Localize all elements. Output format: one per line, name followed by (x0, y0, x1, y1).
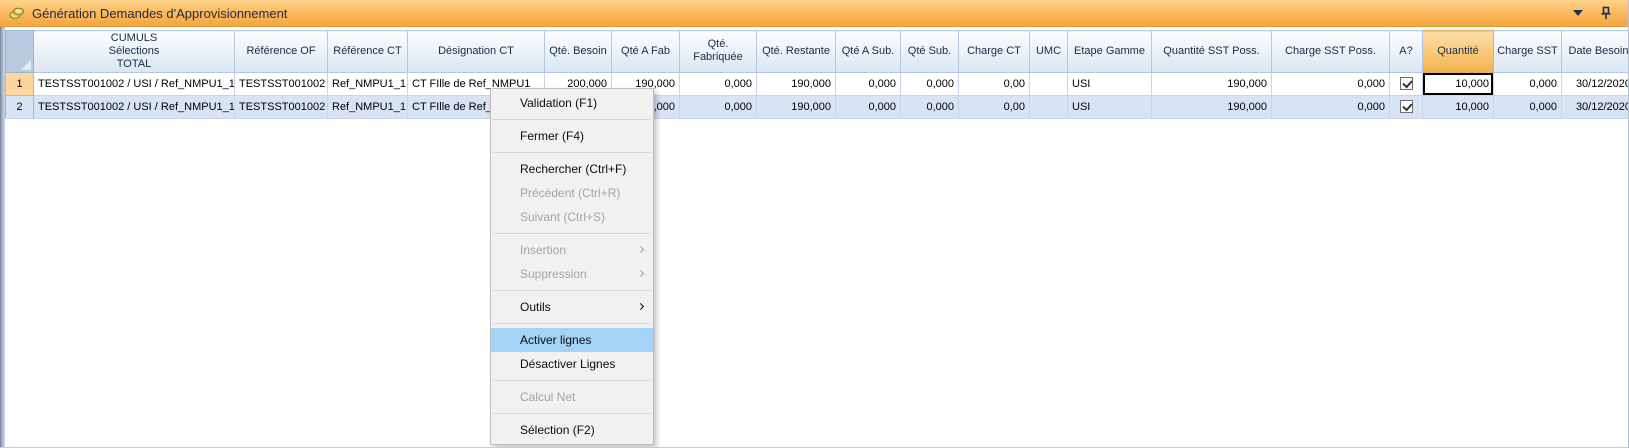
cell-quantite-sst-poss[interactable]: 190,000 (1152, 72, 1272, 95)
cell-qte-sub[interactable]: 0,000 (901, 95, 959, 118)
submenu-arrow-icon (637, 303, 644, 310)
select-all-corner[interactable] (6, 31, 34, 73)
cell-qte-restante[interactable]: 190,000 (757, 95, 836, 118)
cell-charge-ct[interactable]: 0,00 (959, 95, 1030, 118)
column-header-reference-of[interactable]: Référence OF (235, 31, 328, 73)
cell-umc[interactable] (1030, 72, 1068, 95)
column-header-cumuls[interactable]: CUMULS Sélections TOTAL (34, 31, 235, 73)
column-header-qte-restante[interactable]: Qté. Restante (757, 31, 836, 73)
menu-item-calcul-net: Calcul Net (491, 385, 653, 409)
cell-quantite-focused[interactable]: 10,000 (1423, 72, 1494, 95)
menu-item-desactiver-lignes[interactable]: Désactiver Lignes (491, 352, 653, 376)
cell-a-checkbox[interactable] (1390, 72, 1423, 95)
menu-item-activer-lignes[interactable]: Activer lignes (491, 328, 653, 352)
menu-item-fermer[interactable]: Fermer (F4) (491, 124, 653, 148)
menu-separator (493, 152, 651, 153)
column-header-quantite[interactable]: Quantité (1423, 31, 1494, 73)
cell-reference-ct[interactable]: Ref_NMPU1_1 (328, 95, 408, 118)
table-row: 1 TESTSST001002 / USI / Ref_NMPU1_1 TEST… (6, 72, 1629, 95)
column-header-qte-fabriquee[interactable]: Qté. Fabriquée (680, 31, 757, 73)
cell-charge-sst[interactable]: 0,000 (1494, 95, 1562, 118)
pin-icon[interactable] (1596, 3, 1616, 23)
cell-etape-gamme[interactable]: USI (1068, 72, 1152, 95)
cell-reference-of[interactable]: TESTSST001002 (235, 72, 328, 95)
cell-charge-sst-poss[interactable]: 0,000 (1272, 95, 1390, 118)
menu-item-insertion: Insertion (491, 238, 653, 262)
cell-reference-of[interactable]: TESTSST001002 (235, 95, 328, 118)
cell-reference-ct[interactable]: Ref_NMPU1_1 (328, 72, 408, 95)
cell-quantite-sst-poss[interactable]: 190,000 (1152, 95, 1272, 118)
cell-quantite[interactable]: 10,000 (1423, 95, 1494, 118)
row-header[interactable]: 1 (6, 72, 34, 95)
column-header-quantite-sst-poss[interactable]: Quantité SST Poss. (1152, 31, 1272, 73)
menu-item-rechercher[interactable]: Rechercher (Ctrl+F) (491, 157, 653, 181)
menu-item-suivant: Suivant (Ctrl+S) (491, 205, 653, 229)
app-icon (9, 5, 25, 21)
window-left-border (0, 0, 5, 447)
cell-a-checkbox[interactable] (1390, 95, 1423, 118)
cell-charge-sst-poss[interactable]: 0,000 (1272, 72, 1390, 95)
cell-qte-fabriquee[interactable]: 0,000 (680, 72, 757, 95)
column-header-charge-ct[interactable]: Charge CT (959, 31, 1030, 73)
cell-etape-gamme[interactable]: USI (1068, 95, 1152, 118)
column-header-qte-sub[interactable]: Qté Sub. (901, 31, 959, 73)
cell-cumuls[interactable]: TESTSST001002 / USI / Ref_NMPU1_1 (34, 95, 235, 118)
cell-qte-sub[interactable]: 0,000 (901, 72, 959, 95)
menu-separator (493, 290, 651, 291)
column-header-qte-a-fab[interactable]: Qté A Fab (612, 31, 680, 73)
column-header-charge-sst-poss[interactable]: Charge SST Poss. (1272, 31, 1390, 73)
menu-item-outils[interactable]: Outils (491, 295, 653, 319)
menu-item-selection[interactable]: Sélection (F2) (491, 418, 653, 442)
menu-separator (493, 323, 651, 324)
menu-item-precedent: Précédent (Ctrl+R) (491, 181, 653, 205)
dock-panel-window: Génération Demandes d'Approvisionnement (0, 0, 1629, 448)
cell-date-besoin[interactable]: 30/12/2020 (1562, 72, 1629, 95)
column-header-reference-ct[interactable]: Référence CT (328, 31, 408, 73)
column-header-date-besoin[interactable]: Date Besoin (1562, 31, 1629, 73)
column-header-etape-gamme[interactable]: Etape Gamme (1068, 31, 1152, 73)
cell-date-besoin[interactable]: 30/12/2020 (1562, 95, 1629, 118)
column-header-charge-sst[interactable]: Charge SST (1494, 31, 1562, 73)
data-grid: CUMULS Sélections TOTAL Référence OF Réf… (5, 30, 1629, 119)
column-header-a[interactable]: A? (1390, 31, 1423, 73)
cell-charge-sst[interactable]: 0,000 (1494, 72, 1562, 95)
menu-separator (493, 380, 651, 381)
column-header-designation-ct[interactable]: Désignation CT (408, 31, 545, 73)
cell-qte-restante[interactable]: 190,000 (757, 72, 836, 95)
menu-item-suppression: Suppression (491, 262, 653, 286)
window-title: Génération Demandes d'Approvisionnement (32, 6, 287, 21)
row-checkbox-icon[interactable] (1400, 77, 1413, 90)
titlebar: Génération Demandes d'Approvisionnement (0, 0, 1628, 27)
cell-qte-a-sub[interactable]: 0,000 (836, 95, 901, 118)
row-header[interactable]: 2 (6, 95, 34, 118)
submenu-arrow-icon (637, 270, 644, 277)
context-menu: Validation (F1) Fermer (F4) Rechercher (… (490, 88, 654, 445)
menu-separator (493, 119, 651, 120)
menu-separator (493, 413, 651, 414)
cell-qte-a-sub[interactable]: 0,000 (836, 72, 901, 95)
cell-umc[interactable] (1030, 95, 1068, 118)
submenu-arrow-icon (637, 246, 644, 253)
table-row: 2 TESTSST001002 / USI / Ref_NMPU1_1 TEST… (6, 95, 1629, 118)
menu-separator (493, 233, 651, 234)
menu-item-validation[interactable]: Validation (F1) (491, 91, 653, 115)
column-header-qte-besoin[interactable]: Qté. Besoin (545, 31, 612, 73)
cell-qte-fabriquee[interactable]: 0,000 (680, 95, 757, 118)
column-header-umc[interactable]: UMC (1030, 31, 1068, 73)
row-checkbox-icon[interactable] (1400, 100, 1413, 113)
cell-cumuls[interactable]: TESTSST001002 / USI / Ref_NMPU1_1 (34, 72, 235, 95)
cell-charge-ct[interactable]: 0,00 (959, 72, 1030, 95)
chevron-down-icon[interactable] (1568, 3, 1588, 23)
column-header-qte-a-sub[interactable]: Qté A Sub. (836, 31, 901, 73)
